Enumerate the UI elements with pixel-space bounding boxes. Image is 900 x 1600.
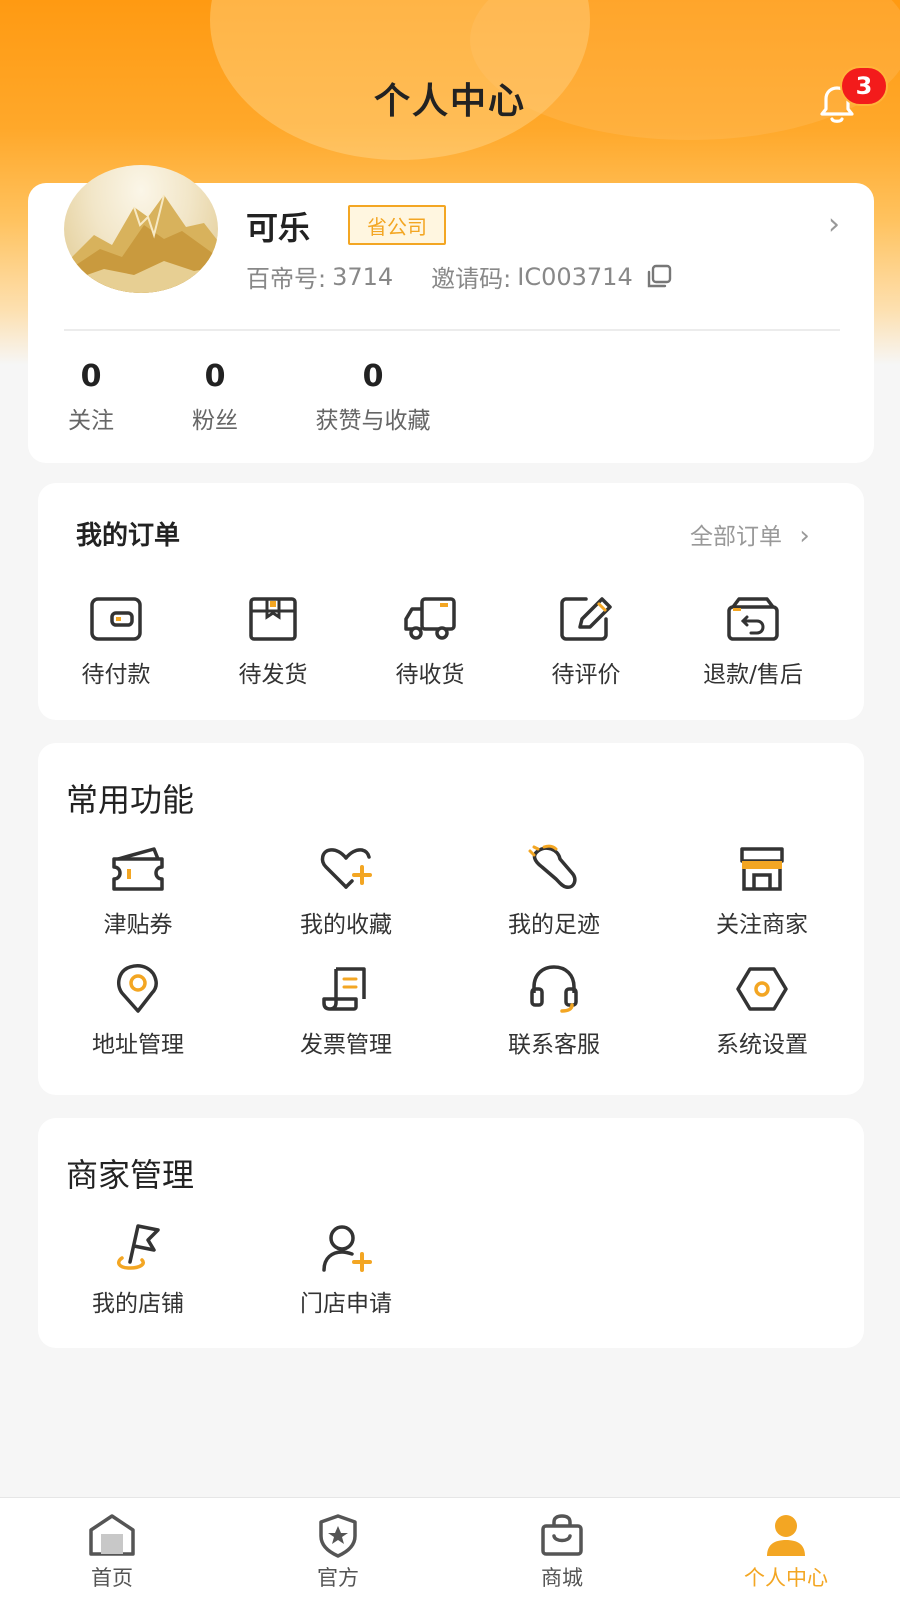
footprint-icon — [528, 844, 577, 889]
profile-card: 可乐 省公司 百帝号: 3714 邀请码: IC003714 › 0 关注 0 … — [28, 165, 874, 463]
stat-value: 0 — [362, 359, 384, 394]
feature-address[interactable]: 地址管理 — [58, 963, 218, 1059]
feature-coupon[interactable]: 津贴券 — [58, 843, 218, 939]
order-pending-receipt[interactable]: 待收货 — [370, 593, 490, 689]
feature-label: 津贴券 — [103, 912, 173, 938]
package-icon — [249, 597, 297, 641]
feature-label: 联系客服 — [508, 1032, 600, 1058]
order-label: 待发货 — [238, 662, 308, 688]
merchant-label: 我的店铺 — [92, 1291, 184, 1317]
tab-home[interactable]: 首页 — [42, 1512, 182, 1592]
chevron-right-icon[interactable]: › — [828, 207, 840, 242]
divider — [64, 329, 840, 331]
stat-value: 0 — [204, 359, 226, 394]
feature-label: 发票管理 — [300, 1032, 392, 1058]
user-plus-icon — [322, 1225, 372, 1272]
orders-card: 我的订单 全部订单 › 待付款 待发货 待收货 待评价 退款/售后 — [38, 483, 864, 720]
invite-code: IC003714 — [517, 262, 633, 291]
headset-icon — [530, 965, 578, 1013]
flag-icon — [117, 1224, 160, 1270]
merchant-card: 商家管理 我的店铺 门店申请 — [38, 1118, 864, 1348]
chevron-right-icon: › — [799, 521, 810, 551]
order-label: 待付款 — [81, 662, 151, 688]
order-label: 待评价 — [551, 662, 621, 688]
order-refund[interactable]: 退款/售后 — [678, 593, 828, 689]
orders-title: 我的订单 — [76, 521, 181, 551]
feature-settings[interactable]: 系统设置 — [682, 963, 842, 1059]
edit-review-icon — [560, 597, 612, 641]
truck-icon — [404, 597, 456, 640]
order-label: 退款/售后 — [703, 662, 803, 688]
user-name: 可乐 — [246, 209, 311, 247]
shopping-bag-icon — [541, 1514, 583, 1556]
copy-icon[interactable] — [645, 264, 673, 290]
person-icon — [767, 1515, 805, 1556]
tab-mall[interactable]: 商城 — [492, 1512, 632, 1592]
wallet-icon — [90, 597, 142, 641]
common-functions-title: 常用功能 — [66, 781, 195, 819]
common-functions-card: 常用功能 津贴券 我的收藏 我的足迹 关注商家 地址管理 发票管理 联系客服 系… — [38, 743, 864, 1095]
all-orders-link[interactable]: 全部订单 › — [690, 517, 810, 551]
feature-favorites[interactable]: 我的收藏 — [266, 843, 426, 939]
tab-label: 官方 — [317, 1566, 359, 1590]
location-icon — [116, 964, 158, 1013]
role-badge: 省公司 — [348, 205, 446, 245]
order-pending-review[interactable]: 待评价 — [526, 593, 646, 689]
feature-label: 我的收藏 — [300, 912, 392, 938]
order-pending-payment[interactable]: 待付款 — [56, 593, 176, 689]
merchant-my-store[interactable]: 我的店铺 — [58, 1222, 218, 1318]
id-value: 3714 — [332, 262, 394, 291]
stat-fans[interactable]: 0 粉丝 — [178, 359, 252, 435]
feature-customer-service[interactable]: 联系客服 — [474, 963, 634, 1059]
all-orders-label: 全部订单 — [690, 524, 782, 550]
tab-label: 个人中心 — [744, 1566, 828, 1590]
merchant-title: 商家管理 — [66, 1156, 195, 1194]
tab-label: 商城 — [541, 1566, 583, 1590]
store-icon — [740, 847, 784, 891]
stat-label: 粉丝 — [192, 408, 238, 434]
feature-label: 关注商家 — [716, 912, 808, 938]
user-meta: 百帝号: 3714 邀请码: IC003714 — [246, 259, 673, 294]
merchant-label: 门店申请 — [300, 1291, 392, 1317]
feature-invoice[interactable]: 发票管理 — [266, 963, 426, 1059]
invite-label: 邀请码: — [431, 265, 512, 293]
feature-label: 地址管理 — [92, 1032, 184, 1058]
stat-label: 关注 — [68, 408, 114, 434]
stat-value: 0 — [80, 359, 102, 394]
feature-footprint[interactable]: 我的足迹 — [474, 843, 634, 939]
notification-badge: 3 — [840, 66, 888, 106]
tab-label: 首页 — [91, 1566, 133, 1590]
merchant-store-application[interactable]: 门店申请 — [266, 1222, 426, 1318]
stat-likes[interactable]: 0 获赞与收藏 — [298, 359, 448, 435]
page-title: 个人中心 — [373, 81, 526, 122]
tab-official[interactable]: 官方 — [268, 1512, 408, 1592]
heart-plus-icon — [320, 848, 372, 889]
coupon-icon — [112, 847, 164, 891]
order-label: 待收货 — [395, 662, 465, 688]
feature-label: 系统设置 — [716, 1032, 808, 1058]
bottom-tab-bar: 首页 官方 商城 个人中心 — [0, 1497, 900, 1600]
home-icon — [89, 1514, 135, 1556]
stat-label: 获赞与收藏 — [315, 408, 431, 434]
invoice-icon — [322, 967, 366, 1011]
settings-hex-icon — [736, 967, 788, 1011]
order-pending-shipment[interactable]: 待发货 — [213, 593, 333, 689]
shield-star-icon — [319, 1514, 357, 1558]
tab-profile[interactable]: 个人中心 — [716, 1512, 856, 1592]
feature-label: 我的足迹 — [508, 912, 600, 938]
refund-icon — [727, 597, 779, 641]
feature-followed-stores[interactable]: 关注商家 — [682, 843, 842, 939]
stat-following[interactable]: 0 关注 — [54, 359, 128, 435]
avatar[interactable] — [64, 165, 218, 293]
id-label: 百帝号: — [246, 265, 327, 293]
